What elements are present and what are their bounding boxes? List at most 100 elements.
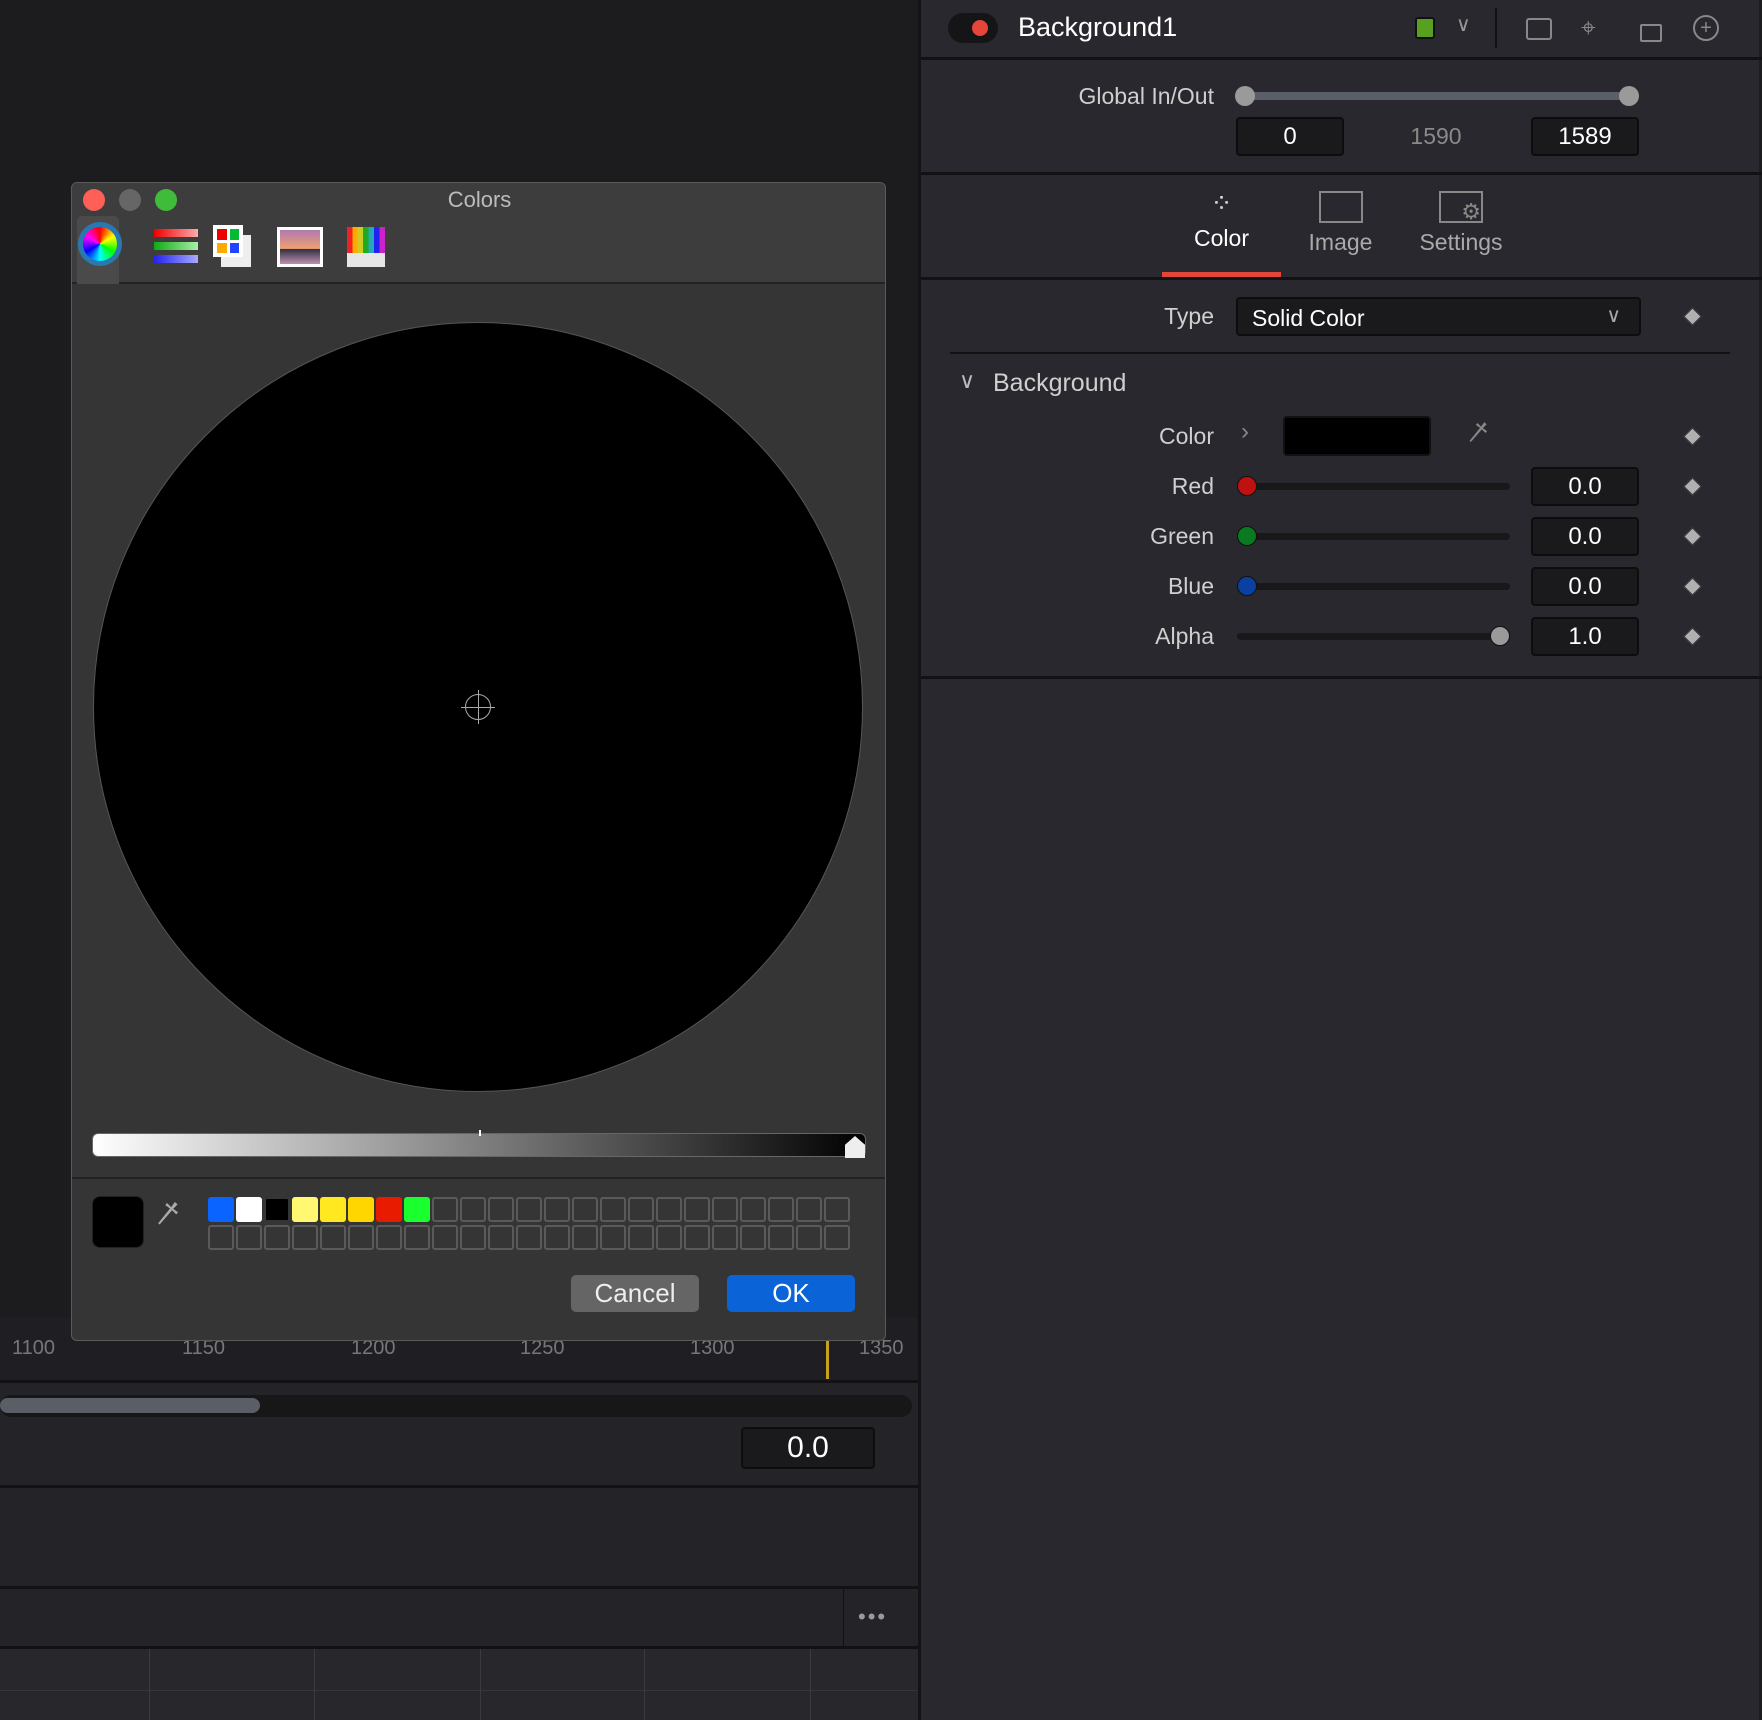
global-range-slider[interactable] bbox=[1245, 92, 1629, 100]
color-palettes-icon[interactable] bbox=[213, 225, 253, 267]
channel-value-field[interactable]: 0.0 bbox=[1531, 467, 1639, 506]
lock-icon[interactable] bbox=[1640, 24, 1662, 42]
palette-swatch[interactable] bbox=[292, 1225, 318, 1250]
pin-icon[interactable]: ⌖ bbox=[1581, 12, 1596, 44]
palette-swatch[interactable] bbox=[376, 1225, 402, 1250]
scrollbar-thumb[interactable] bbox=[0, 1398, 260, 1413]
palette-swatch[interactable] bbox=[348, 1225, 374, 1250]
channel-slider[interactable] bbox=[1237, 633, 1510, 640]
palette-swatch[interactable] bbox=[320, 1225, 346, 1250]
palette-swatch[interactable] bbox=[656, 1197, 682, 1222]
palette-swatch[interactable] bbox=[348, 1197, 374, 1222]
palette-swatch[interactable] bbox=[488, 1197, 514, 1222]
palette-swatch[interactable] bbox=[208, 1225, 234, 1250]
color-wheel[interactable] bbox=[93, 322, 863, 1092]
tab-image[interactable]: Image bbox=[1281, 185, 1400, 277]
palette-swatch[interactable] bbox=[628, 1225, 654, 1250]
palette-swatch[interactable] bbox=[432, 1225, 458, 1250]
current-color-swatch[interactable] bbox=[92, 1196, 144, 1248]
palette-swatch[interactable] bbox=[292, 1197, 318, 1222]
palette-swatch[interactable] bbox=[516, 1197, 542, 1222]
palette-swatch[interactable] bbox=[712, 1225, 738, 1250]
palette-swatch[interactable] bbox=[376, 1197, 402, 1222]
node-enable-toggle[interactable] bbox=[948, 13, 998, 43]
palette-swatch[interactable] bbox=[404, 1197, 430, 1222]
channel-slider-handle[interactable] bbox=[1237, 476, 1257, 496]
section-header[interactable]: Background bbox=[993, 369, 1126, 398]
node-color-swatch[interactable] bbox=[1415, 17, 1435, 39]
section-chevron-icon[interactable]: ∨ bbox=[959, 368, 975, 394]
playhead[interactable] bbox=[826, 1339, 829, 1379]
palette-swatch[interactable] bbox=[236, 1197, 262, 1222]
palette-swatch[interactable] bbox=[740, 1197, 766, 1222]
palette-swatch[interactable] bbox=[208, 1197, 234, 1222]
palette-swatch[interactable] bbox=[236, 1225, 262, 1250]
palette-swatch[interactable] bbox=[600, 1225, 626, 1250]
palette-swatch[interactable] bbox=[824, 1197, 850, 1222]
palette-swatch[interactable] bbox=[516, 1225, 542, 1250]
chevron-right-icon[interactable]: › bbox=[1241, 418, 1249, 446]
global-in-field[interactable]: 0 bbox=[1236, 117, 1344, 156]
image-palettes-icon[interactable] bbox=[277, 227, 323, 267]
cancel-button[interactable]: Cancel bbox=[571, 1275, 699, 1312]
brightness-handle[interactable] bbox=[845, 1136, 865, 1158]
tab-color[interactable]: ⁘ Color bbox=[1162, 185, 1281, 277]
palette-swatch[interactable] bbox=[768, 1225, 794, 1250]
eyedropper-icon[interactable]: † bbox=[147, 1193, 196, 1243]
keyframe-diamond-icon[interactable] bbox=[1683, 307, 1702, 326]
palette-swatch[interactable] bbox=[740, 1225, 766, 1250]
palette-swatch[interactable] bbox=[544, 1225, 570, 1250]
global-in-handle[interactable] bbox=[1235, 86, 1255, 106]
chevron-down-icon[interactable]: ∨ bbox=[1456, 12, 1471, 37]
palette-swatch[interactable] bbox=[264, 1225, 290, 1250]
keyframe-diamond-icon[interactable] bbox=[1683, 627, 1702, 646]
keyframe-diamond-icon[interactable] bbox=[1683, 477, 1702, 496]
palette-swatch[interactable] bbox=[712, 1197, 738, 1222]
color-swatch[interactable] bbox=[1283, 416, 1431, 456]
palette-swatch[interactable] bbox=[768, 1197, 794, 1222]
palette-swatch[interactable] bbox=[404, 1225, 430, 1250]
tab-settings[interactable]: ⚙ Settings bbox=[1400, 185, 1522, 277]
channel-value-field[interactable]: 0.0 bbox=[1531, 567, 1639, 606]
global-out-field[interactable]: 1589 bbox=[1531, 117, 1639, 156]
crosshair-icon[interactable] bbox=[461, 690, 495, 724]
channel-slider-handle[interactable] bbox=[1237, 526, 1257, 546]
keyframe-diamond-icon[interactable] bbox=[1683, 427, 1702, 446]
palette-swatch[interactable] bbox=[320, 1197, 346, 1222]
palette-swatch[interactable] bbox=[628, 1197, 654, 1222]
channel-slider-handle[interactable] bbox=[1237, 576, 1257, 596]
keyframe-diamond-icon[interactable] bbox=[1683, 527, 1702, 546]
palette-swatch[interactable] bbox=[460, 1197, 486, 1222]
more-button[interactable]: ••• bbox=[858, 1604, 887, 1630]
channel-slider[interactable] bbox=[1237, 533, 1510, 540]
palette-swatch[interactable] bbox=[796, 1225, 822, 1250]
palette-swatch[interactable] bbox=[600, 1197, 626, 1222]
channel-value-field[interactable]: 1.0 bbox=[1531, 617, 1639, 656]
palette-swatch[interactable] bbox=[824, 1225, 850, 1250]
palette-swatch[interactable] bbox=[684, 1225, 710, 1250]
reset-icon[interactable]: + bbox=[1693, 15, 1719, 41]
palette-swatch[interactable] bbox=[544, 1197, 570, 1222]
channel-slider[interactable] bbox=[1237, 583, 1510, 590]
palette-swatch[interactable] bbox=[796, 1197, 822, 1222]
palette-swatch[interactable] bbox=[656, 1225, 682, 1250]
palette-swatch[interactable] bbox=[488, 1225, 514, 1250]
palette-swatch[interactable] bbox=[572, 1197, 598, 1222]
scrollbar[interactable] bbox=[0, 1395, 912, 1417]
palette-swatch[interactable] bbox=[460, 1225, 486, 1250]
value-field[interactable]: 0.0 bbox=[741, 1427, 875, 1469]
channel-slider-handle[interactable] bbox=[1490, 626, 1510, 646]
ok-button[interactable]: OK bbox=[727, 1275, 855, 1312]
color-sliders-icon[interactable] bbox=[154, 229, 198, 267]
palette-swatch[interactable] bbox=[432, 1197, 458, 1222]
palette-swatch[interactable] bbox=[572, 1225, 598, 1250]
type-dropdown[interactable]: Solid Color ∨ bbox=[1236, 297, 1641, 336]
versions-icon[interactable] bbox=[1526, 18, 1552, 40]
color-wheel-mode-button[interactable] bbox=[77, 216, 122, 284]
palette-swatch[interactable] bbox=[264, 1197, 290, 1222]
pencils-icon[interactable] bbox=[347, 227, 385, 267]
brightness-slider[interactable] bbox=[92, 1130, 866, 1158]
keyframe-diamond-icon[interactable] bbox=[1683, 577, 1702, 596]
channel-slider[interactable] bbox=[1237, 483, 1510, 490]
global-out-handle[interactable] bbox=[1619, 86, 1639, 106]
